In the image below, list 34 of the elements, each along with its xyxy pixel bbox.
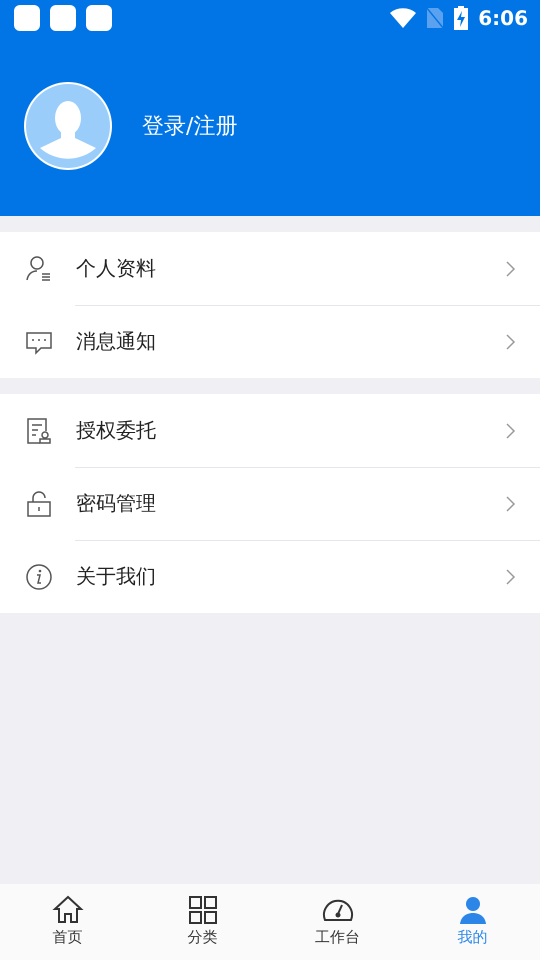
menu-item-label: 消息通知 — [76, 328, 157, 355]
info-icon — [25, 562, 53, 590]
tab[interactable]: 工作台 — [270, 884, 405, 960]
menu-item-label: 授权委托 — [76, 417, 157, 444]
document-stamp-icon — [25, 416, 53, 444]
login-register-link[interactable]: 登录/注册 — [142, 111, 238, 141]
chevron-right-icon — [505, 494, 517, 512]
status-time: 6:06 — [478, 6, 528, 30]
notification-icon — [14, 5, 40, 31]
menu-item-label: 关于我们 — [76, 563, 157, 590]
menu-item[interactable]: 关于我们 — [0, 540, 540, 613]
no-sim-icon — [426, 7, 444, 29]
tab[interactable]: 分类 — [135, 884, 270, 960]
wifi-icon — [390, 8, 416, 28]
grid-icon — [186, 894, 218, 926]
menu-item[interactable]: 授权委托 — [0, 394, 540, 467]
menu-item[interactable]: 个人资料 — [0, 232, 540, 305]
menu-item-label: 个人资料 — [76, 255, 157, 282]
person-icon — [25, 254, 53, 282]
avatar-icon — [24, 82, 112, 170]
notification-icon — [86, 5, 112, 31]
chevron-right-icon — [505, 568, 517, 586]
menu-item[interactable]: 密码管理 — [0, 467, 540, 540]
menu-item[interactable]: 消息通知 — [0, 305, 540, 378]
battery-icon — [454, 6, 468, 30]
chevron-right-icon — [505, 422, 517, 440]
home-icon — [52, 894, 84, 926]
lock-icon — [25, 490, 53, 518]
menu-item-label: 密码管理 — [76, 490, 157, 517]
tab[interactable]: 首页 — [0, 884, 135, 960]
chevron-right-icon — [505, 332, 517, 350]
tab[interactable]: 我的 — [405, 884, 540, 960]
notification-icon — [50, 5, 76, 31]
chevron-right-icon — [505, 260, 517, 278]
